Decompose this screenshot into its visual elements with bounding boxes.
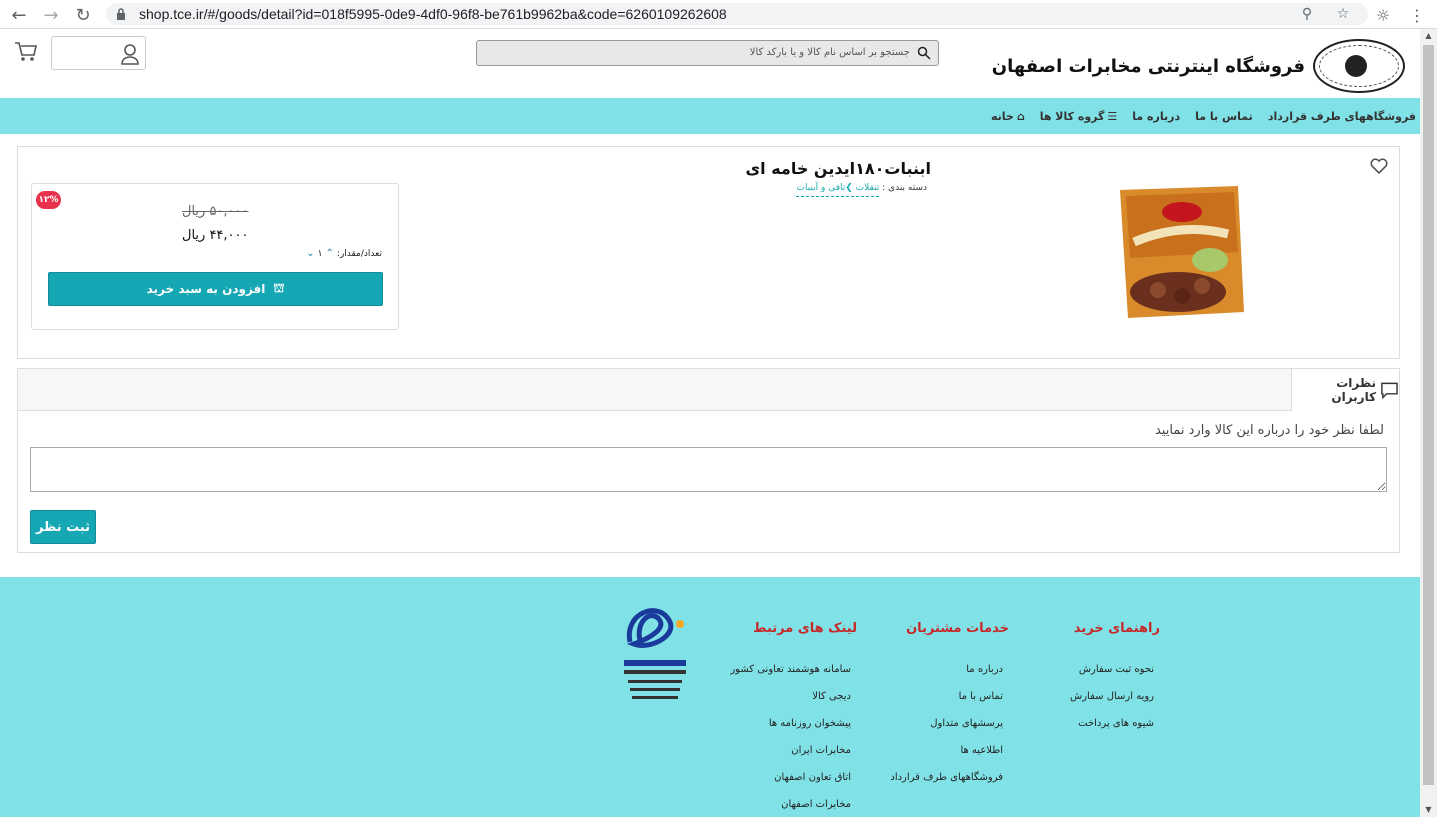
extension-icon[interactable]: ☼: [1372, 4, 1394, 26]
nav-item-stores[interactable]: فروشگاههای طرف قرارداد: [1268, 110, 1416, 123]
quantity-value: ۱: [317, 248, 323, 259]
category-breadcrumb[interactable]: تنقلات ❯تافی و آبنبات: [796, 183, 880, 197]
comment-icon: [1381, 382, 1398, 399]
main-navbar: ⌂ خانه ☰ گروه کالا ها درباره ما تماس با ما…: [0, 98, 1420, 134]
comment-prompt: لطفا نظر خود را درباره این کالا وارد نما…: [1155, 423, 1384, 438]
product-title: ابنبات۱۸۰ایدین خامه ای: [745, 159, 931, 178]
url-text: shop.tce.ir/#/goods/detail?id=018f5995-0…: [139, 6, 727, 22]
submit-comment-button[interactable]: ثبت نظر: [30, 510, 96, 544]
cart-icon[interactable]: [14, 41, 38, 63]
hamburger-icon: ☰: [1107, 109, 1118, 123]
user-account-button[interactable]: [51, 36, 146, 70]
footer-link[interactable]: مخابرات ایران: [730, 745, 851, 772]
nav-item-about[interactable]: درباره ما: [1132, 110, 1180, 123]
scroll-down-icon[interactable]: ▼: [1420, 803, 1437, 817]
chevron-down-icon[interactable]: ⌄: [306, 248, 314, 259]
star-icon[interactable]: ☆: [1334, 5, 1352, 23]
nav-item-contact[interactable]: تماس با ما: [1195, 110, 1253, 123]
new-price: ۴۴,۰۰۰ ریال: [182, 228, 249, 243]
logo[interactable]: [1313, 39, 1405, 93]
forward-arrow-icon[interactable]: →: [40, 4, 62, 26]
discount-badge: ۱۲%: [36, 191, 61, 209]
tab-user-comments[interactable]: نظرات کاربران: [1291, 369, 1399, 411]
logo-emblem-icon: [1345, 55, 1367, 77]
footer-link[interactable]: پیشخوان روزنامه ها: [730, 718, 851, 745]
footer-link[interactable]: سامانه هوشمند تعاونی کشور: [730, 664, 851, 691]
footer-link[interactable]: تماس با ما: [890, 691, 1003, 718]
zoom-icon[interactable]: ⚲: [1298, 5, 1316, 23]
basket-icon: ⛫: [273, 281, 285, 295]
footer-col-title: خدمات مشتریان: [906, 621, 1009, 636]
lock-icon: [117, 8, 125, 20]
footer-link[interactable]: فروشگاههای طرف قرارداد: [890, 772, 1003, 799]
chevron-up-icon[interactable]: ⌃: [326, 248, 334, 259]
footer-col-title: لینک های مرتبط: [753, 621, 857, 636]
footer-link[interactable]: درباره ما: [890, 664, 1003, 691]
footer-link[interactable]: شیوه های پرداخت: [1070, 718, 1154, 745]
search-input[interactable]: جستجو بر اساس نام کالا و یا بارکد کالا: [476, 40, 939, 66]
footer-col-title: راهنمای خرید: [1073, 621, 1160, 636]
site-footer: راهنمای خرید نحوه ثبت سفارش رویه ارسال س…: [0, 577, 1420, 817]
scroll-up-icon[interactable]: ▲: [1420, 29, 1437, 43]
nav-item-home[interactable]: ⌂ خانه: [991, 110, 1025, 123]
product-card: ابنبات۱۸۰ایدین خامه ای دسته بندی : تنقلا…: [17, 146, 1400, 359]
enamad-badge-icon[interactable]: [620, 602, 690, 712]
footer-col-related-links: لینک های مرتبط سامانه هوشمند تعاونی کشور…: [730, 621, 857, 817]
page-scrollbar[interactable]: ▲ ▼: [1420, 29, 1437, 817]
address-bar[interactable]: shop.tce.ir/#/goods/detail?id=018f5995-0…: [106, 3, 1368, 25]
footer-link[interactable]: نحوه ثبت سفارش: [1070, 664, 1154, 691]
footer-col-shopping-guide: راهنمای خرید نحوه ثبت سفارش رویه ارسال س…: [1070, 621, 1160, 745]
search-placeholder: جستجو بر اساس نام کالا و یا بارکد کالا: [749, 47, 910, 58]
browser-toolbar: ← → ↻ shop.tce.ir/#/goods/detail?id=018f…: [0, 0, 1437, 29]
comments-section: نظرات کاربران لطفا نظر خود را درباره این…: [17, 368, 1400, 553]
footer-link[interactable]: دیجی کالا: [730, 691, 851, 718]
reload-icon[interactable]: ↻: [72, 4, 94, 26]
menu-dots-icon[interactable]: ⋮: [1406, 4, 1428, 26]
search-icon[interactable]: [917, 46, 931, 60]
footer-link[interactable]: پرسشهای متداول: [890, 718, 1003, 745]
footer-link[interactable]: رویه ارسال سفارش: [1070, 691, 1154, 718]
user-icon: [121, 44, 139, 65]
scrollbar-thumb[interactable]: [1423, 45, 1434, 785]
heart-icon[interactable]: [1370, 157, 1388, 175]
site-title: فروشگاه اینترنتی مخابرات اصفهان: [991, 56, 1305, 77]
comment-textarea[interactable]: [30, 447, 1387, 492]
nav-item-categories[interactable]: ☰ گروه کالا ها: [1040, 110, 1118, 123]
comments-header: نظرات کاربران: [18, 369, 1399, 411]
product-image[interactable]: [1098, 182, 1258, 322]
old-price: ۵۰,۰۰۰ ریال: [182, 204, 249, 219]
footer-col-customer-services: خدمات مشتریان درباره ما تماس با ما پرسشه…: [890, 621, 1009, 799]
footer-link[interactable]: مخابرات اصفهان: [730, 799, 851, 817]
site-header: فروشگاه اینترنتی مخابرات اصفهان جستجو بر…: [0, 29, 1420, 98]
back-arrow-icon[interactable]: ←: [8, 4, 30, 26]
footer-link[interactable]: اطلاعیه ها: [890, 745, 1003, 772]
home-icon: ⌂: [1016, 109, 1025, 123]
footer-link[interactable]: اتاق تعاون اصفهان: [730, 772, 851, 799]
quantity-stepper: تعداد/مقدار: ⌃ ۱ ⌄: [306, 248, 382, 259]
add-to-cart-button[interactable]: ⛫ افزودن به سبد خرید: [48, 272, 383, 306]
price-box: ۱۲% ۵۰,۰۰۰ ریال ۴۴,۰۰۰ ریال تعداد/مقدار:…: [31, 183, 399, 330]
product-category: دسته بندی : تنقلات ❯تافی و آبنبات: [796, 183, 927, 197]
